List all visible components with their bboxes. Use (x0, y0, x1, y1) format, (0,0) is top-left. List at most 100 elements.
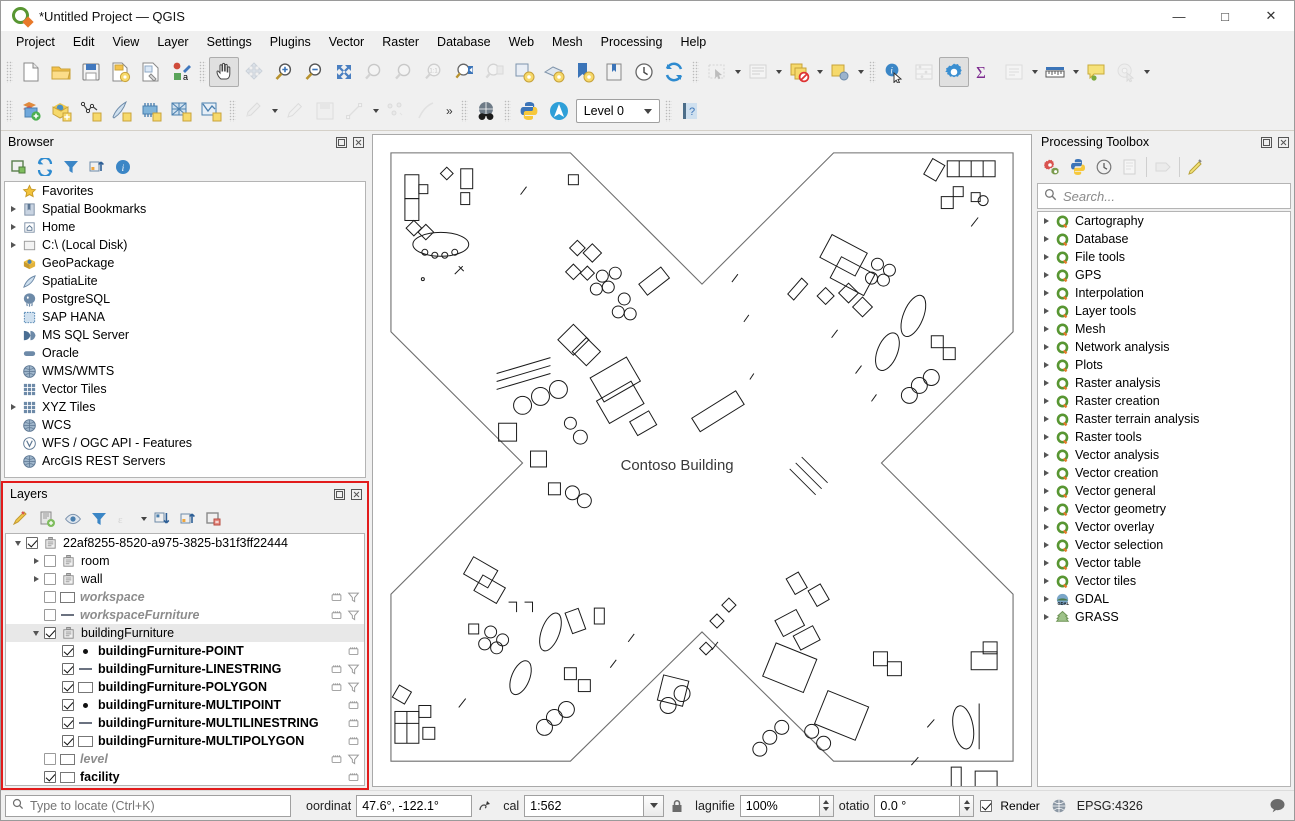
vertex-tool-button[interactable] (381, 96, 411, 126)
layer-visibility-checkbox[interactable] (62, 681, 74, 693)
help-button[interactable]: ? (675, 96, 705, 126)
processing-options-button[interactable] (1039, 155, 1065, 179)
filter-legend-dropdown[interactable] (138, 504, 149, 534)
menu-plugins[interactable]: Plugins (261, 33, 320, 51)
expand-arrow-icon[interactable] (1038, 230, 1054, 248)
filter-icon[interactable] (346, 681, 360, 694)
menu-web[interactable]: Web (500, 33, 543, 51)
layer-item[interactable]: buildingFurniture-MULTIPOINT (6, 696, 364, 714)
browser-item[interactable]: Vector Tiles (5, 380, 365, 398)
new-print-layout-button[interactable] (136, 57, 166, 87)
layer-visibility-checkbox[interactable] (44, 609, 56, 621)
processing-group-item[interactable]: Vector selection (1038, 536, 1290, 554)
layer-item[interactable]: buildingFurniture-POINT (6, 642, 364, 660)
layer-item[interactable]: workspaceFurniture (6, 606, 364, 624)
zoom-full-button[interactable] (329, 57, 359, 87)
expand-arrow-icon[interactable] (10, 534, 26, 552)
zoom-last-button[interactable] (449, 57, 479, 87)
layer-visibility-checkbox[interactable] (62, 717, 74, 729)
zoom-to-layer-button[interactable] (389, 57, 419, 87)
expand-arrow-icon[interactable] (1038, 554, 1054, 572)
layer-visibility-checkbox[interactable] (44, 555, 56, 567)
expand-arrow-icon[interactable] (1038, 536, 1054, 554)
show-bookmarks-button[interactable] (599, 57, 629, 87)
expand-arrow-icon[interactable] (1038, 356, 1054, 374)
locator-bar[interactable] (5, 794, 291, 817)
refresh-button[interactable] (659, 57, 689, 87)
filter-icon[interactable] (346, 663, 360, 676)
browser-item[interactable]: XYZ Tiles (5, 398, 365, 416)
temporal-controller-button[interactable] (629, 57, 659, 87)
browser-item[interactable]: SpatiaLite (5, 272, 365, 290)
filter-browser-button[interactable] (58, 155, 84, 179)
expand-arrow-icon[interactable] (1038, 428, 1054, 446)
browser-close-icon[interactable] (351, 135, 365, 149)
save-project-button[interactable] (76, 57, 106, 87)
layer-visibility-checkbox[interactable] (44, 771, 56, 783)
processing-group-item[interactable]: GDAL GDAL (1038, 590, 1290, 608)
close-button[interactable]: ✕ (1248, 1, 1294, 31)
processing-group-item[interactable]: Vector general (1038, 482, 1290, 500)
layer-item[interactable]: wall (6, 570, 364, 588)
processing-group-item[interactable]: Cartography (1038, 212, 1290, 230)
browser-item[interactable]: GeoPackage (5, 254, 365, 272)
scale-field[interactable]: 1:562 (524, 794, 645, 817)
memory-icon[interactable] (329, 681, 343, 694)
toolbar-grip[interactable] (869, 61, 876, 83)
add-vector-tile-layer-button[interactable] (196, 96, 226, 126)
toolbar-grip[interactable] (692, 61, 699, 83)
processing-group-item[interactable]: Vector overlay (1038, 518, 1290, 536)
identify-features-button[interactable]: i (879, 57, 909, 87)
browser-item[interactable]: WMS/WMTS (5, 362, 365, 380)
add-mesh-layer-button[interactable] (76, 96, 106, 126)
messages-icon[interactable] (1264, 794, 1290, 818)
maximize-button[interactable]: □ (1202, 1, 1248, 31)
layers-tree[interactable]: 22af8255-8520-a975-3825-b31f3ff22444 room… (5, 533, 365, 786)
results-viewer-button[interactable] (1117, 155, 1143, 179)
browser-item[interactable]: ArcGIS REST Servers (5, 452, 365, 470)
expand-arrow-icon[interactable] (28, 552, 44, 570)
processing-group-item[interactable]: GRASS (1038, 608, 1290, 626)
memory-icon[interactable] (346, 645, 360, 658)
layer-item[interactable]: room (6, 552, 364, 570)
python-console-button[interactable] (514, 96, 544, 126)
new-bookmark-button[interactable] (569, 57, 599, 87)
browser-item[interactable]: WFS / OGC API - Features (5, 434, 365, 452)
add-delimited-text-layer-button[interactable] (106, 96, 136, 126)
memory-icon[interactable] (329, 753, 343, 766)
feature-action-dropdown[interactable] (1141, 57, 1152, 87)
zoom-to-native-resolution-button[interactable]: 1:1 (419, 57, 449, 87)
locator-input[interactable] (30, 798, 284, 813)
processing-group-item[interactable]: Raster tools (1038, 428, 1290, 446)
expand-arrow-icon[interactable] (1038, 590, 1054, 608)
processing-group-item[interactable]: Vector table (1038, 554, 1290, 572)
expand-arrow-icon[interactable] (1038, 464, 1054, 482)
toolbar-grip[interactable] (6, 61, 13, 83)
map-canvas[interactable]: Contoso Building (372, 134, 1032, 787)
current-edits-button[interactable] (239, 96, 269, 126)
add-script-button[interactable] (1065, 155, 1091, 179)
layer-item[interactable]: 22af8255-8520-a975-3825-b31f3ff22444 (6, 534, 364, 552)
show-layout-manager-button[interactable] (999, 57, 1029, 87)
processing-group-item[interactable]: Raster terrain analysis (1038, 410, 1290, 428)
crs-label[interactable]: EPSG:4326 (1077, 799, 1143, 813)
memory-icon[interactable] (329, 609, 343, 622)
history-button[interactable] (1091, 155, 1117, 179)
processing-search[interactable] (1037, 183, 1291, 209)
layer-visibility-checkbox[interactable] (62, 663, 74, 675)
expand-arrow-icon[interactable] (1038, 608, 1054, 626)
layer-visibility-checkbox[interactable] (62, 699, 74, 711)
toolbar-grip[interactable] (664, 100, 672, 122)
current-edits-dropdown[interactable] (269, 96, 280, 126)
layers-undock-icon[interactable] (332, 487, 346, 501)
measure-line-button[interactable] (1040, 57, 1070, 87)
expand-arrow-icon[interactable] (1038, 212, 1054, 230)
add-postgis-layer-button[interactable] (136, 96, 166, 126)
magnifier-spinner[interactable] (819, 794, 834, 817)
expand-arrow-icon[interactable] (5, 236, 21, 254)
menu-raster[interactable]: Raster (373, 33, 428, 51)
minimize-button[interactable]: — (1156, 1, 1202, 31)
metasearch-button[interactable] (471, 96, 501, 126)
layer-item[interactable]: buildingFurniture (6, 624, 364, 642)
expand-arrow-icon[interactable] (1038, 482, 1054, 500)
